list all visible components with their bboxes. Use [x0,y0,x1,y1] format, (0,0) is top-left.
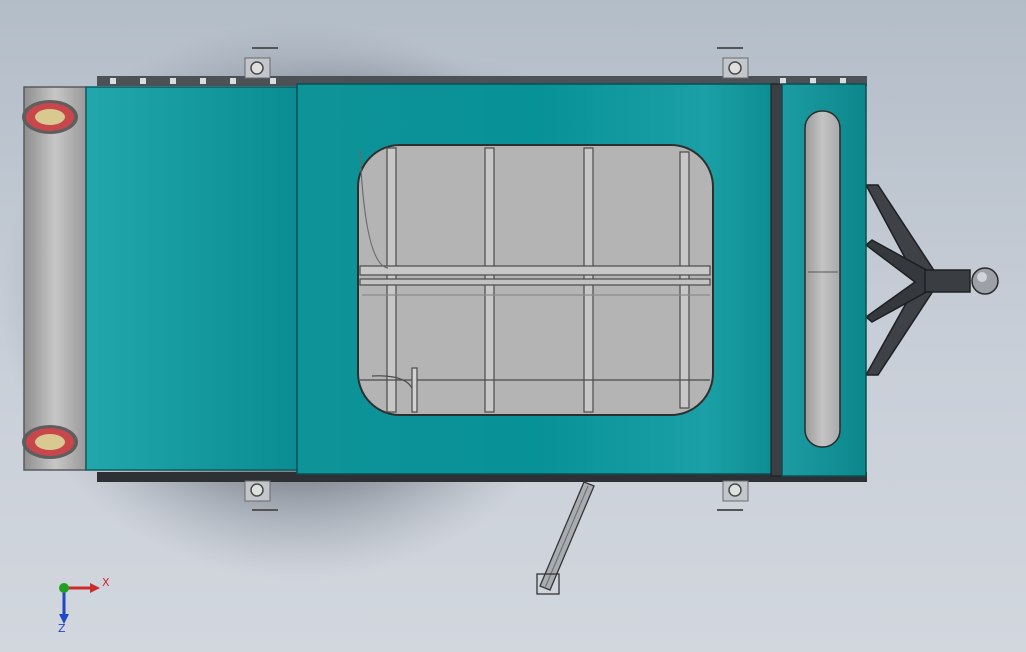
front-slot-window [804,110,841,448]
tail-light-top [22,100,78,134]
rear-bumper [23,86,87,471]
trailer-scene: X Z [0,20,999,635]
tie-down-bottom-right [717,480,749,511]
jack-stand [536,481,595,595]
trailer-hitch [864,184,999,376]
y-axis-origin [59,583,69,593]
tail-light-bottom [22,425,78,459]
rear-body-panel [85,86,299,471]
z-axis-label: Z [58,622,66,635]
tie-down-top-right [717,47,749,79]
coordinate-triad: X Z [58,576,110,635]
3d-viewport[interactable]: X Z [0,0,1026,652]
divider-bar [770,83,783,477]
x-axis-arrowhead [90,583,100,593]
x-axis-label: X [102,576,110,589]
